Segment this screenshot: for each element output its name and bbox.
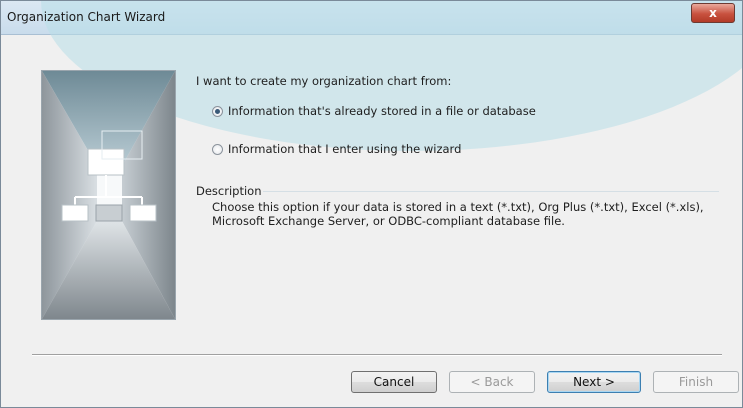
- option-file-or-database[interactable]: Information that's already stored in a f…: [212, 104, 536, 118]
- description-text: Choose this option if your data is store…: [212, 200, 712, 228]
- cancel-button[interactable]: Cancel: [351, 371, 437, 393]
- footer-separator: [32, 354, 722, 356]
- description-line-2: Microsoft Exchange Server, or ODBC-compl…: [212, 214, 565, 228]
- window-title: Organization Chart Wizard: [7, 10, 166, 24]
- radio-button-selected[interactable]: [212, 105, 223, 117]
- option-label[interactable]: Information that's already stored in a f…: [228, 104, 536, 118]
- wizard-illustration: [41, 70, 176, 320]
- description-group-label: Description: [196, 184, 262, 198]
- back-button[interactable]: < Back: [449, 371, 535, 393]
- close-button[interactable]: x: [691, 3, 735, 23]
- wizard-window: Organization Chart Wizard x I want to cr…: [0, 0, 743, 408]
- description-group-line: [263, 191, 719, 192]
- prompt-text: I want to create my organization chart f…: [196, 74, 452, 88]
- option-enter-using-wizard[interactable]: Information that I enter using the wizar…: [212, 142, 461, 156]
- next-button[interactable]: Next >: [547, 371, 641, 393]
- radio-button-unselected[interactable]: [212, 143, 223, 155]
- close-icon: x: [709, 6, 717, 20]
- finish-button[interactable]: Finish: [653, 371, 739, 393]
- title-bar[interactable]: Organization Chart Wizard x: [1, 1, 742, 151]
- org-chart-hallway-image: [42, 71, 175, 319]
- option-label[interactable]: Information that I enter using the wizar…: [228, 142, 461, 156]
- description-line-1: Choose this option if your data is store…: [212, 200, 704, 214]
